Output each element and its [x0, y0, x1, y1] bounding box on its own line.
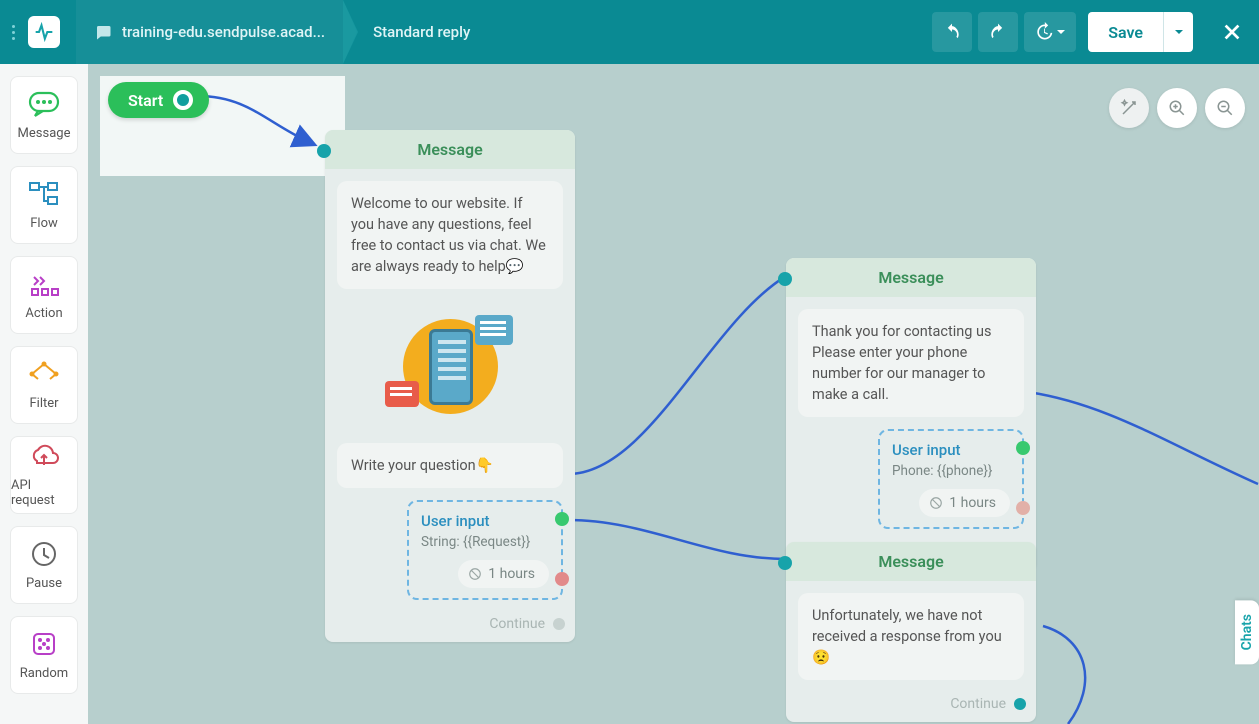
tool-action[interactable]: Action — [10, 256, 78, 334]
breadcrumb-flow: Standard reply — [343, 0, 488, 64]
output-port-timeout[interactable] — [1016, 501, 1030, 515]
user-input-variable: String: {{Request}} — [421, 534, 549, 550]
tool-filter[interactable]: Filter — [10, 346, 78, 424]
tool-flow[interactable]: Flow — [10, 166, 78, 244]
tool-label: Flow — [30, 216, 58, 231]
continue-row: Continue — [786, 692, 1036, 722]
start-output-port[interactable] — [173, 90, 193, 110]
start-label: Start — [128, 91, 163, 110]
message-text: Thank you for contacting us Please enter… — [798, 309, 1024, 417]
breadcrumb-flow-label: Standard reply — [373, 23, 470, 41]
zoom-out-button[interactable] — [1205, 88, 1245, 128]
tool-label: Action — [25, 306, 62, 321]
drag-handle-icon[interactable] — [12, 25, 20, 40]
breadcrumb-bot[interactable]: training-edu.sendpulse.acad... — [76, 0, 343, 64]
tool-api-request[interactable]: API request — [10, 436, 78, 514]
user-input-timeout: 1 hours — [458, 560, 549, 588]
tool-label: API request — [11, 478, 77, 508]
zoom-controls — [1109, 88, 1245, 128]
block-icon — [468, 567, 482, 581]
node-message-3[interactable]: Message Unfortunately, we have not recei… — [786, 542, 1036, 722]
continue-port[interactable] — [553, 618, 565, 630]
user-input-block[interactable]: User input Phone: {{phone}} 1 hours — [878, 429, 1024, 529]
user-input-title: User input — [421, 512, 549, 530]
input-port[interactable] — [317, 144, 331, 158]
continue-port[interactable] — [1014, 698, 1026, 710]
flow-icon — [28, 180, 60, 208]
tool-message[interactable]: Message — [10, 76, 78, 154]
continue-row: Continue — [325, 612, 575, 642]
filter-icon — [28, 360, 60, 388]
breadcrumb-bot-label: training-edu.sendpulse.acad... — [122, 23, 325, 41]
history-button[interactable] — [1024, 12, 1076, 52]
tool-sidebar: Message Flow Action Filter API request P… — [0, 64, 88, 724]
undo-button[interactable] — [932, 12, 972, 52]
tool-label: Filter — [29, 396, 58, 411]
save-button[interactable]: Save — [1088, 12, 1163, 52]
user-input-timeout: 1 hours — [919, 489, 1010, 517]
illustration — [337, 301, 563, 431]
tool-random[interactable]: Random — [10, 616, 78, 694]
node-message-1[interactable]: Message Welcome to our website. If you h… — [325, 130, 575, 642]
dice-icon — [28, 630, 60, 658]
tool-label: Random — [20, 666, 68, 681]
flow-canvas[interactable]: Start Message Welcome to our website. If… — [88, 64, 1259, 724]
prompt-text: Write your question👇 — [337, 443, 563, 488]
user-input-title: User input — [892, 441, 1010, 459]
tool-label: Pause — [26, 576, 62, 591]
input-port[interactable] — [778, 272, 792, 286]
tool-label: Message — [18, 126, 71, 141]
output-port-success[interactable] — [555, 512, 569, 526]
user-input-variable: Phone: {{phone}} — [892, 463, 1010, 479]
message-text: Unfortunately, we have not received a re… — [798, 593, 1024, 680]
action-icon — [28, 270, 60, 298]
user-input-block[interactable]: User input String: {{Request}} 1 hours — [407, 500, 563, 600]
message-icon — [28, 90, 60, 118]
output-port-timeout[interactable] — [555, 572, 569, 586]
magic-button[interactable] — [1109, 88, 1149, 128]
start-node[interactable]: Start — [108, 82, 209, 118]
topbar: training-edu.sendpulse.acad... Standard … — [0, 0, 1259, 64]
save-dropdown[interactable] — [1163, 12, 1193, 52]
chats-tab[interactable]: Chats — [1235, 600, 1259, 664]
node-message-2[interactable]: Message Thank you for contacting us Plea… — [786, 258, 1036, 571]
clock-icon — [28, 540, 60, 568]
zoom-in-button[interactable] — [1157, 88, 1197, 128]
block-icon — [929, 496, 943, 510]
node-title: Message — [786, 258, 1036, 297]
output-port-success[interactable] — [1016, 441, 1030, 455]
chat-icon — [94, 23, 112, 41]
cloud-icon — [28, 442, 60, 470]
app-logo[interactable] — [28, 16, 60, 48]
message-text: Welcome to our website. If you have any … — [337, 181, 563, 289]
close-button[interactable] — [1217, 17, 1247, 47]
top-actions: Save — [932, 12, 1247, 52]
node-title: Message — [786, 542, 1036, 581]
node-title: Message — [325, 130, 575, 169]
input-port[interactable] — [778, 556, 792, 570]
tool-pause[interactable]: Pause — [10, 526, 78, 604]
redo-button[interactable] — [978, 12, 1018, 52]
